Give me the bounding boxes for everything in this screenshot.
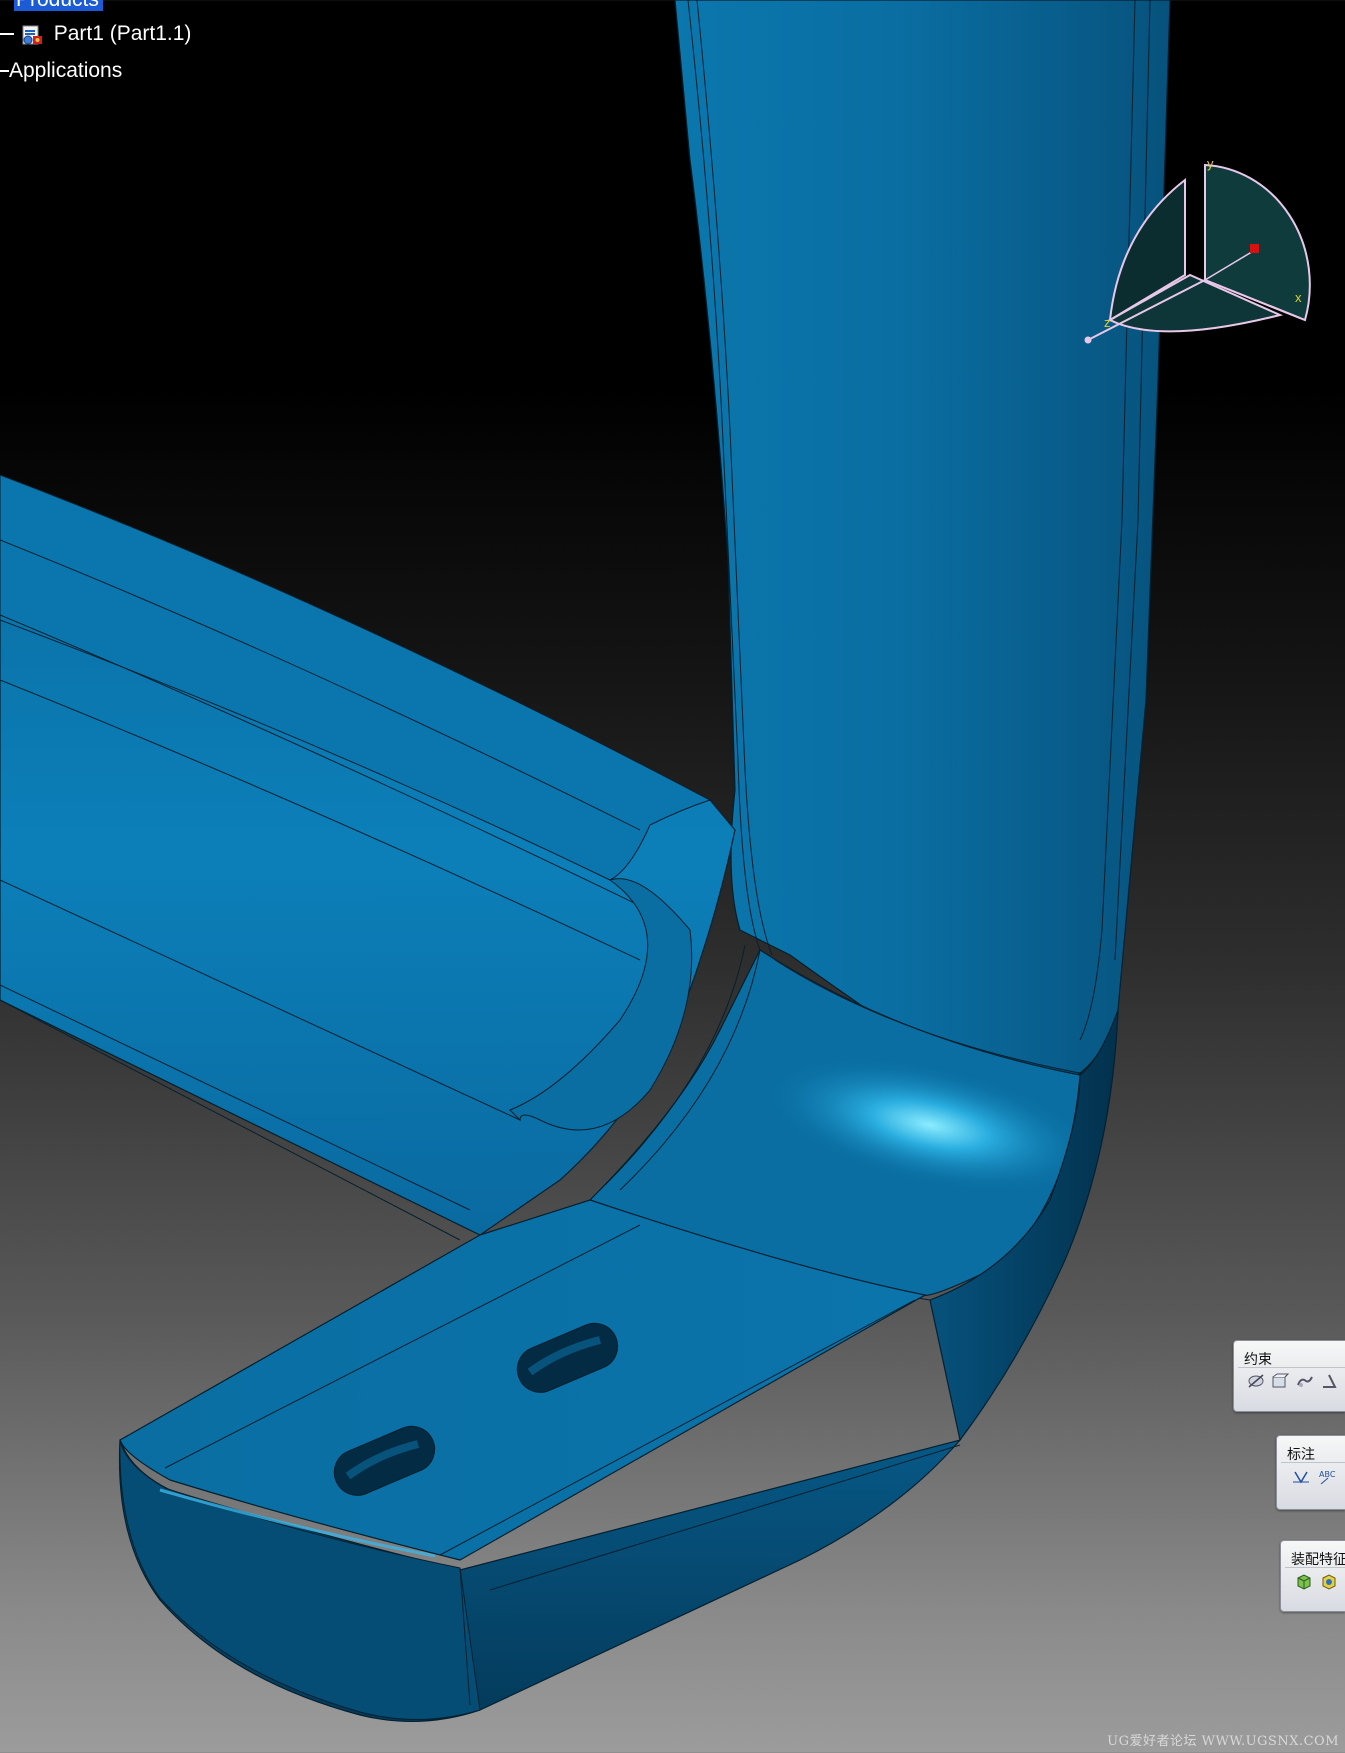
angle-constraint-icon[interactable]: [1319, 1370, 1339, 1392]
toolbar-title[interactable]: 约束: [1234, 1341, 1345, 1368]
tree-node-part1[interactable]: Part1 (Part1.1): [0, 22, 191, 46]
tree-node-label[interactable]: Part1 (Part1.1): [54, 22, 192, 45]
compass-label-x: x: [1295, 290, 1302, 305]
toolbar-title[interactable]: 标注: [1277, 1436, 1345, 1463]
compass-label-y: y: [1207, 156, 1214, 171]
coincidence-constraint-icon[interactable]: [1246, 1370, 1266, 1392]
weld-feature-icon[interactable]: [1289, 1465, 1312, 1487]
split-assembly-icon[interactable]: [1293, 1570, 1314, 1592]
svg-text:ABC: ABC: [1319, 1470, 1336, 1479]
part-icon[interactable]: [20, 22, 44, 46]
compass-origin-point: [1084, 336, 1092, 344]
3d-viewport[interactable]: y x z: [0, 0, 1345, 1753]
compass-label-z: z: [1104, 315, 1111, 330]
assembly-features-toolbar[interactable]: 装配特征: [1280, 1540, 1345, 1612]
offset-constraint-icon[interactable]: [1295, 1370, 1315, 1392]
tree-node-label[interactable]: Products: [14, 0, 103, 11]
annotation-toolbar[interactable]: 标注 ABC: [1276, 1435, 1345, 1510]
watermark: UG爱好者论坛 WWW.UGSNX.COM: [1107, 1734, 1339, 1749]
text-annotation-icon[interactable]: ABC: [1316, 1465, 1339, 1487]
tree-node-label[interactable]: Applications: [9, 59, 122, 82]
tree-branch-line: [0, 33, 14, 36]
compass-handle-point[interactable]: [1250, 244, 1259, 253]
upright-face: [674, 0, 1171, 1086]
hole-assembly-icon[interactable]: [1318, 1570, 1339, 1592]
tree-node-products[interactable]: Products: [0, 0, 103, 12]
part-model[interactable]: [0, 0, 1171, 1723]
toolbar-title[interactable]: 装配特征: [1281, 1541, 1345, 1568]
contact-constraint-icon[interactable]: [1270, 1370, 1290, 1392]
constraints-toolbar[interactable]: 约束: [1233, 1340, 1345, 1412]
tree-branch-line: [0, 70, 9, 73]
tree-node-applications[interactable]: Applications: [0, 59, 122, 83]
